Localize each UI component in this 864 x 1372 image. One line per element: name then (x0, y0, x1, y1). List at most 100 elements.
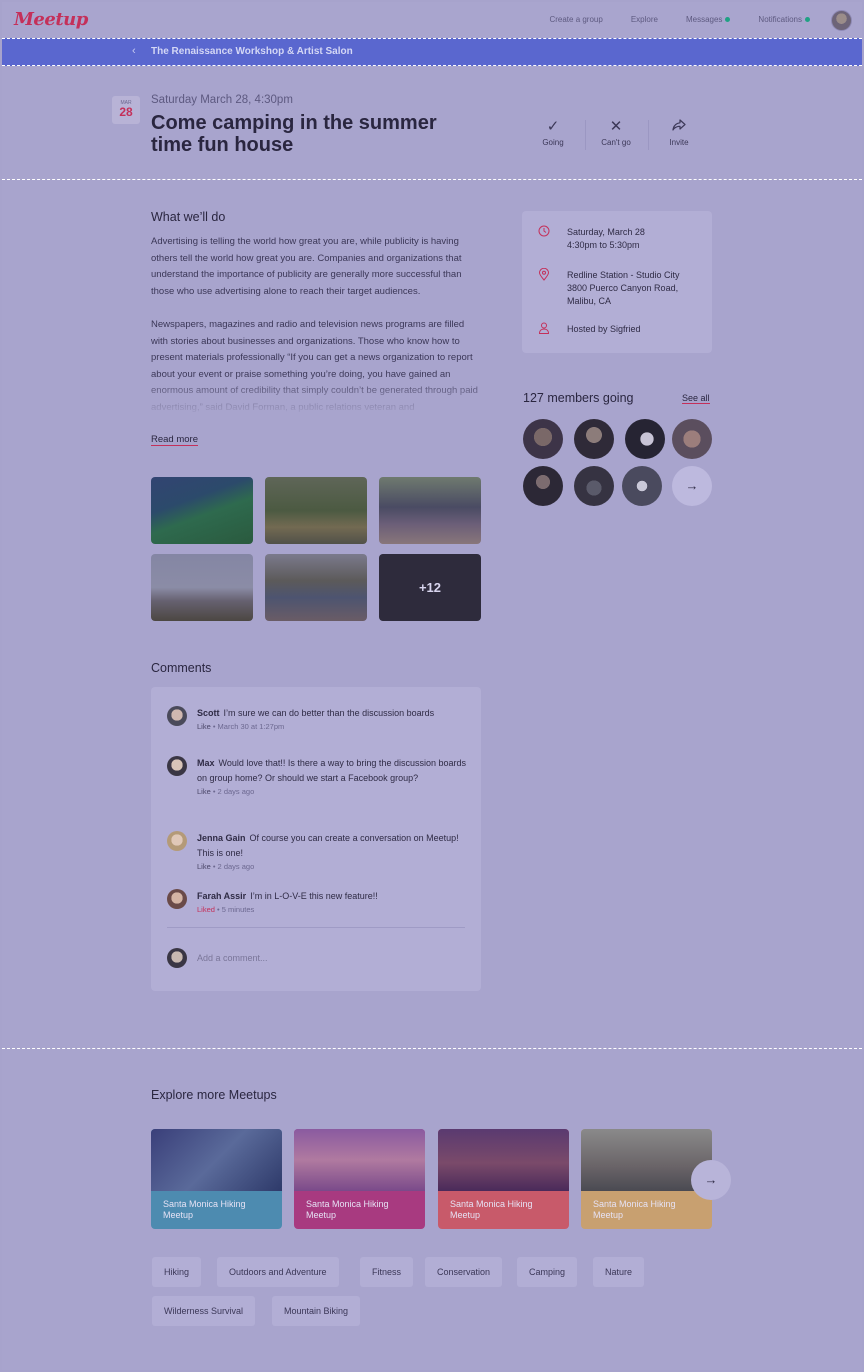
invite-button[interactable]: Invite (649, 118, 709, 147)
going-label: Going (542, 138, 564, 147)
info-address-line1: 3800 Puerco Canyon Road, (567, 283, 679, 293)
event-photo[interactable] (379, 477, 481, 544)
like-button[interactable]: Like (197, 787, 211, 796)
description-paragraph: Advertising is telling the world how gre… (151, 236, 462, 297)
meetup-card[interactable]: Santa Monica Hiking Meetup (294, 1129, 425, 1229)
comment-body: Scott I’m sure we can do better than the … (197, 706, 467, 732)
comment-time: • 5 minutes (214, 905, 255, 914)
topic-tag[interactable]: Fitness (360, 1257, 414, 1287)
commenter-avatar[interactable] (167, 706, 187, 726)
read-more-link[interactable]: Read more (151, 434, 198, 446)
comment-time: • March 30 at 1:27pm (210, 722, 285, 731)
member-avatar[interactable] (574, 419, 614, 459)
comment-body: Max Would love that!! Is there a way to b… (197, 756, 467, 797)
member-avatar[interactable] (523, 466, 563, 506)
group-banner[interactable]: ‹ The Renaissance Workshop & Artist Salo… (2, 38, 862, 66)
arrow-right-icon: → (685, 478, 699, 493)
topic-tag[interactable]: Camping (517, 1257, 578, 1287)
see-all-members-link[interactable]: See all (682, 393, 710, 404)
comment-text: I’m sure we can do better than the discu… (223, 708, 435, 718)
comment-author[interactable]: Jenna Gain (197, 833, 246, 843)
like-button[interactable]: Like (197, 862, 211, 871)
group-name[interactable]: The Renaissance Workshop & Artist Salon (151, 46, 353, 57)
comment-time: • 2 days ago (210, 862, 255, 871)
description-fade (151, 374, 481, 416)
going-button[interactable]: ✓ Going (523, 118, 583, 147)
event-title: Come camping in the summer time fun hous… (151, 112, 437, 156)
comment-author[interactable]: Max (197, 758, 215, 768)
comment-author[interactable]: Scott (197, 708, 220, 718)
chevron-left-icon[interactable]: ‹ (132, 45, 136, 57)
meetup-card-label: Santa Monica Hiking Meetup (306, 1199, 389, 1220)
meetup-card[interactable]: Santa Monica Hiking Meetup (438, 1129, 569, 1229)
comment-meta: Like • 2 days ago (197, 861, 467, 872)
member-avatar[interactable] (622, 466, 662, 506)
explore-heading: Explore more Meetups (151, 1088, 277, 1102)
comments-divider (167, 927, 465, 928)
info-venue: Redline Station - Studio City (567, 270, 680, 280)
check-icon: ✓ (546, 118, 560, 135)
carousel-next-button[interactable]: → (691, 1160, 731, 1200)
current-user-avatar (167, 948, 187, 968)
nav-create-group[interactable]: Create a group (549, 15, 602, 24)
meetup-card-image (151, 1129, 282, 1191)
person-icon (538, 322, 550, 337)
comment-body: Farah Assir I’m in L-O-V-E this new featu… (197, 889, 467, 915)
calendar-badge: MAR 28 (112, 96, 140, 124)
nav-links: Create a group Explore Messages Notifica… (549, 15, 810, 24)
commenter-avatar[interactable] (167, 831, 187, 851)
clock-icon (538, 225, 550, 240)
invite-label: Invite (669, 138, 689, 147)
event-photo[interactable] (265, 554, 367, 621)
meetup-card-label: Santa Monica Hiking Meetup (450, 1199, 533, 1220)
member-avatar[interactable] (672, 419, 712, 459)
info-address-line2: Malibu, CA (567, 296, 612, 306)
topic-tag[interactable]: Nature (593, 1257, 645, 1287)
nav-notifications[interactable]: Notifications (758, 15, 810, 24)
share-icon (649, 118, 709, 138)
commenter-avatar[interactable] (167, 889, 187, 909)
member-avatar[interactable] (574, 466, 614, 506)
more-photos-tile[interactable]: +12 (379, 554, 481, 621)
details-heading: What we’ll do (151, 210, 226, 224)
comments-panel: Scott I’m sure we can do better than the … (151, 687, 481, 991)
topic-tag[interactable]: Hiking (152, 1257, 202, 1287)
meetup-card-label: Santa Monica Hiking Meetup (593, 1199, 676, 1220)
event-photo[interactable] (151, 554, 253, 621)
liked-button[interactable]: Liked (197, 905, 215, 914)
member-avatar[interactable] (523, 419, 563, 459)
topic-tag[interactable]: Wilderness Survival (152, 1296, 256, 1326)
meetup-logo[interactable]: Meetup (14, 9, 88, 30)
meetup-card[interactable]: Santa Monica Hiking Meetup (151, 1129, 282, 1229)
top-nav: Meetup Create a group Explore Messages N… (2, 2, 862, 38)
messages-unread-dot (725, 17, 731, 23)
member-avatar[interactable] (625, 419, 665, 459)
add-comment-input[interactable]: Add a comment... (197, 953, 268, 963)
topic-tag[interactable]: Conservation (425, 1257, 503, 1287)
comment-time: • 2 days ago (210, 787, 255, 796)
page: Meetup Create a group Explore Messages N… (2, 2, 862, 1370)
event-location-info[interactable]: Redline Station - Studio City 3800 Puerc… (567, 269, 680, 308)
arrow-right-icon: → (704, 1172, 718, 1187)
event-photo[interactable] (151, 477, 253, 544)
comment-meta: Like • 2 days ago (197, 786, 467, 797)
topic-tag[interactable]: Mountain Biking (272, 1296, 361, 1326)
nav-messages[interactable]: Messages (685, 15, 731, 24)
location-pin-icon (538, 267, 550, 284)
user-avatar[interactable] (831, 10, 852, 31)
nav-notifications-label: Notifications (758, 15, 802, 24)
event-photo[interactable] (265, 477, 367, 544)
commenter-avatar[interactable] (167, 756, 187, 776)
like-button[interactable]: Like (197, 722, 211, 731)
nav-explore[interactable]: Explore (631, 15, 658, 24)
nav-messages-label: Messages (685, 15, 723, 24)
comment-body: Jenna Gain Of course you can create a con… (197, 831, 467, 872)
comment-author[interactable]: Farah Assir (197, 891, 246, 901)
cant-go-label: Can't go (601, 138, 631, 147)
more-members-button[interactable]: → (672, 466, 712, 506)
close-icon: ✕ (609, 118, 623, 135)
cant-go-button[interactable]: ✕ Can't go (586, 118, 646, 147)
comments-heading: Comments (151, 661, 212, 675)
comment-text: Would love that!! Is there a way to brin… (197, 758, 466, 783)
topic-tag[interactable]: Outdoors and Adventure (217, 1257, 339, 1287)
